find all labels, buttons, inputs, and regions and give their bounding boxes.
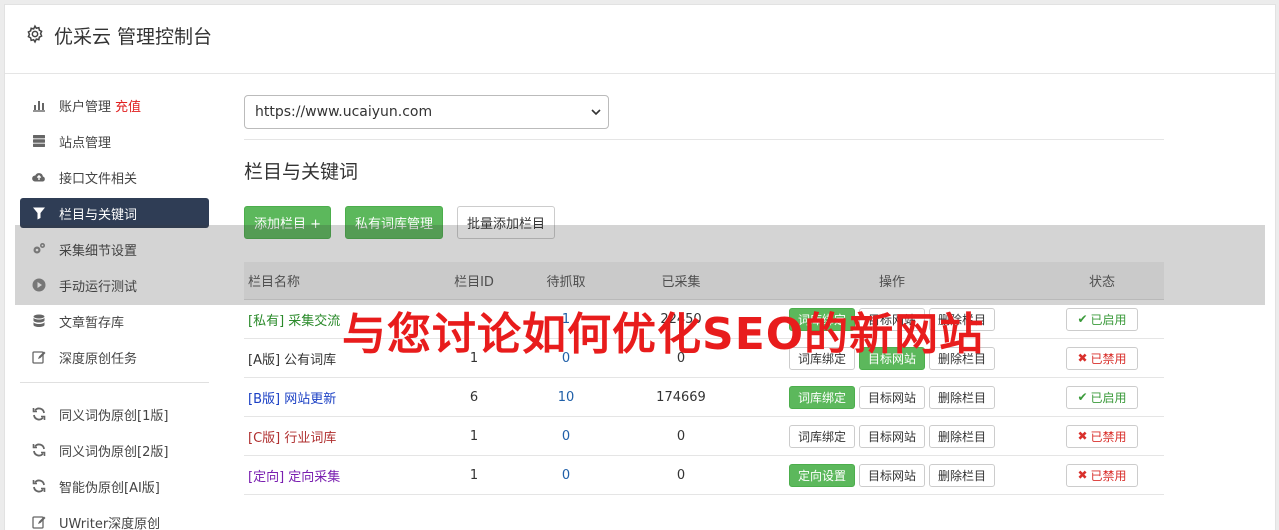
row-status: ✔ 已启用 <box>1040 307 1164 331</box>
delete-column-button[interactable]: 删除栏目 <box>929 463 996 487</box>
sidebar-item-1[interactable]: 站点管理 <box>20 126 209 156</box>
row-status: ✖ 已禁用 <box>1040 463 1164 487</box>
banner-overlay <box>15 225 1265 305</box>
status-label: 已启用 <box>1090 312 1127 327</box>
sidebar-divider <box>20 382 209 383</box>
recharge-link[interactable]: 充值 <box>115 96 141 115</box>
status-toggle-button[interactable]: ✖ 已禁用 <box>1066 424 1138 448</box>
column-name[interactable]: [C版] 行业词库 <box>244 427 434 446</box>
column-name[interactable]: [定向] 定向采集 <box>244 466 434 485</box>
sidebar-item-label: 智能伪原创[AI版] <box>59 480 160 496</box>
row-operations: 词库绑定 目标网站 删除栏目 <box>744 385 1040 409</box>
site-select-value: https://www.ucaiyun.com <box>255 104 433 120</box>
sidebar-item-tool-0[interactable]: 同义词伪原创[1版] <box>20 399 209 429</box>
lexicon-bind-button[interactable]: 定向设置 <box>788 463 855 487</box>
collected-count: 174669 <box>656 389 706 405</box>
sidebar-item-label: 栏目与关键词 <box>59 207 138 223</box>
column-id: 6 <box>469 389 479 405</box>
sidebar-item-label: UWriter深度原创 <box>59 516 161 530</box>
status-label: 已启用 <box>1090 390 1127 405</box>
target-site-button[interactable]: 目标网站 <box>858 424 925 448</box>
check-icon: ✔ <box>1077 390 1088 404</box>
table-row: [B版] 网站更新 6 10 174669 词库绑定 目标网站 删除栏目 ✔ 已启用 <box>244 378 1164 417</box>
sidebar-item-label: 文章暂存库 <box>59 315 125 331</box>
target-site-button[interactable]: 目标网站 <box>858 385 925 409</box>
pending-count: 10 <box>557 389 575 405</box>
row-operations: 词库绑定 目标网站 删除栏目 <box>744 424 1040 448</box>
filter-icon <box>31 205 47 221</box>
row-status: ✖ 已禁用 <box>1040 346 1164 370</box>
collected-count: 0 <box>676 467 686 483</box>
row-status: ✔ 已启用 <box>1040 385 1164 409</box>
chevron-down-icon <box>591 109 601 116</box>
status-toggle-button[interactable]: ✖ 已禁用 <box>1066 346 1138 370</box>
collected-count: 0 <box>676 428 686 444</box>
header: 优采云 管理控制台 <box>5 5 1275 74</box>
sidebar-item-2[interactable]: 接口文件相关 <box>20 162 209 192</box>
row-operations: 定向设置 目标网站 删除栏目 <box>744 463 1040 487</box>
delete-column-button[interactable]: 删除栏目 <box>929 385 996 409</box>
lexicon-bind-button[interactable]: 词库绑定 <box>788 424 855 448</box>
close-icon: ✖ <box>1077 351 1088 365</box>
refresh-icon <box>31 406 47 422</box>
sidebar-item-6[interactable]: 文章暂存库 <box>20 306 209 336</box>
refresh-icon <box>31 442 47 458</box>
sidebar-item-label: 站点管理 <box>59 135 112 151</box>
column-name[interactable]: [B版] 网站更新 <box>244 388 434 407</box>
lexicon-bind-button[interactable]: 词库绑定 <box>788 385 855 409</box>
database-icon <box>31 313 47 329</box>
delete-column-button[interactable]: 删除栏目 <box>929 424 996 448</box>
sidebar-item-label: 深度原创任务 <box>59 351 138 367</box>
watermark-text: 与您讨论如何优化SEO的新网站 <box>342 309 985 360</box>
sidebar: 账户管理 充值 站点管理 接口文件相关 栏目与关键词 采集细节设置 手动运行测试 文章暂存库深… <box>20 90 209 530</box>
refresh-icon <box>31 478 47 494</box>
divider <box>244 139 1164 140</box>
sidebar-item-label: 账户管理 <box>59 99 112 115</box>
sidebar-item-tool-1[interactable]: 同义词伪原创[2版] <box>20 435 209 465</box>
sidebar-item-7[interactable]: 深度原创任务 <box>20 342 209 372</box>
status-toggle-button[interactable]: ✖ 已禁用 <box>1066 463 1138 487</box>
edit-icon <box>31 514 47 530</box>
bar-chart-icon <box>31 97 47 113</box>
sidebar-item-tool-2[interactable]: 智能伪原创[AI版] <box>20 471 209 501</box>
gear-icon <box>27 24 43 44</box>
sidebar-item-label: 接口文件相关 <box>59 171 138 187</box>
sidebar-item-tool-3[interactable]: UWriter深度原创 <box>20 507 209 530</box>
edit-icon <box>31 349 47 365</box>
column-id: 1 <box>469 467 479 483</box>
table-row: [定向] 定向采集 1 0 0 定向设置 目标网站 删除栏目 ✖ 已禁用 <box>244 456 1164 495</box>
status-toggle-button[interactable]: ✔ 已启用 <box>1066 385 1138 409</box>
sidebar-item-0[interactable]: 账户管理 充值 <box>20 90 209 120</box>
close-icon: ✖ <box>1077 429 1088 443</box>
pending-count: 0 <box>561 428 571 444</box>
column-id: 1 <box>469 428 479 444</box>
cloud-upload-icon <box>31 169 47 185</box>
row-status: ✖ 已禁用 <box>1040 424 1164 448</box>
check-icon: ✔ <box>1077 312 1088 326</box>
status-label: 已禁用 <box>1090 351 1127 366</box>
table-row: [C版] 行业词库 1 0 0 词库绑定 目标网站 删除栏目 ✖ 已禁用 <box>244 417 1164 456</box>
sidebar-item-label: 同义词伪原创[2版] <box>59 444 169 460</box>
page-title: 优采云 管理控制台 <box>54 26 213 48</box>
close-icon: ✖ <box>1077 468 1088 482</box>
status-label: 已禁用 <box>1090 468 1127 483</box>
server-icon <box>31 133 47 149</box>
target-site-button[interactable]: 目标网站 <box>858 463 925 487</box>
status-label: 已禁用 <box>1090 429 1127 444</box>
status-toggle-button[interactable]: ✔ 已启用 <box>1066 307 1138 331</box>
site-select[interactable]: https://www.ucaiyun.com <box>244 95 609 129</box>
pending-count: 0 <box>561 467 571 483</box>
sidebar-item-3[interactable]: 栏目与关键词 <box>20 198 209 228</box>
sidebar-item-label: 同义词伪原创[1版] <box>59 408 169 424</box>
section-title: 栏目与关键词 <box>244 161 359 183</box>
